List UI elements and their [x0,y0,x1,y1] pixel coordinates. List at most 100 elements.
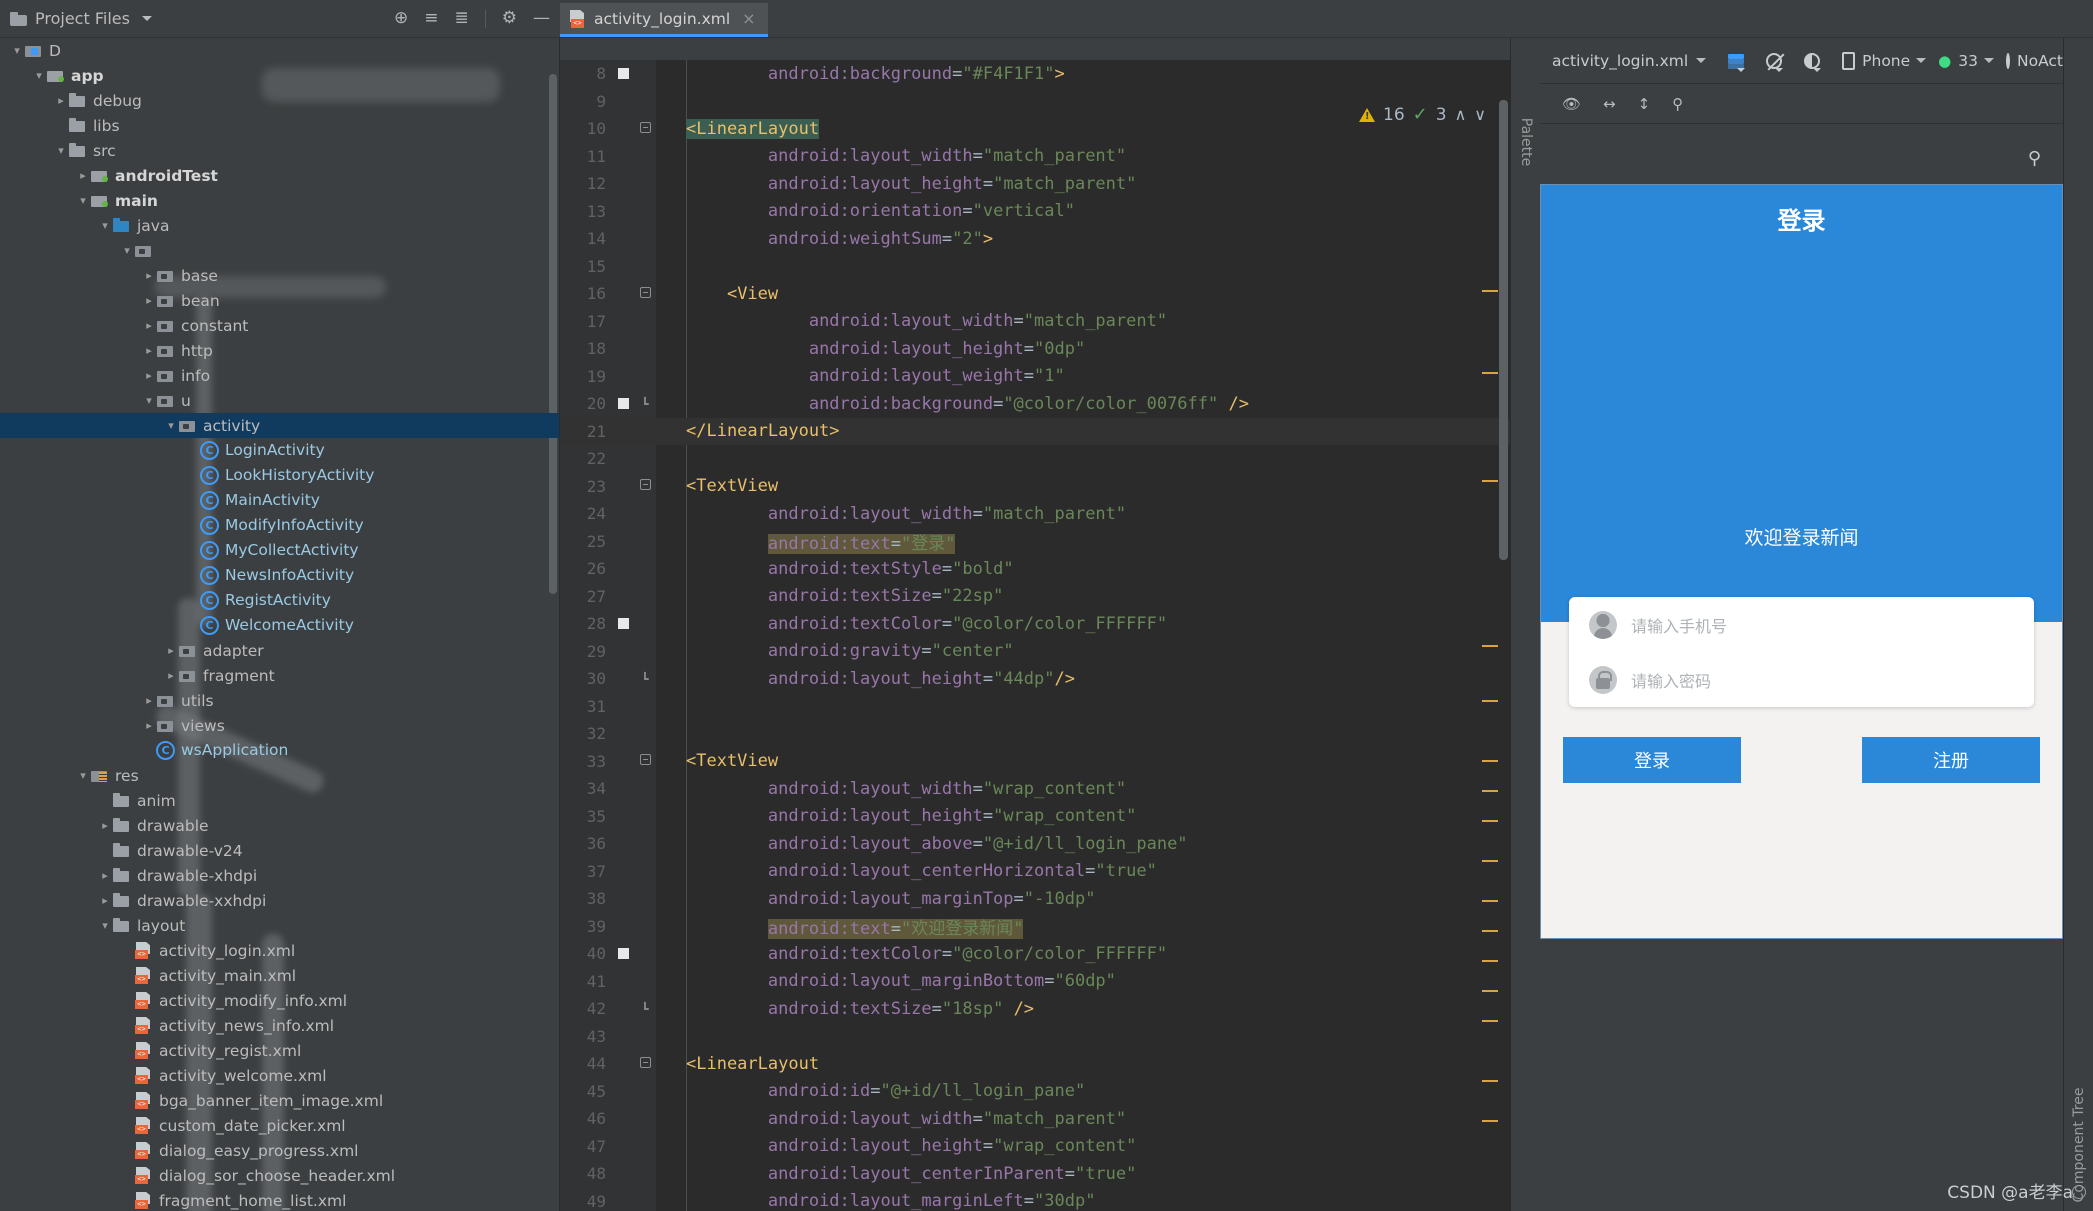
chevron-right-icon[interactable] [142,344,156,357]
code-fold-toggle[interactable]: ┗ [634,1002,656,1016]
locate-icon[interactable]: ⊕ [394,10,408,27]
code-line[interactable]: 30 ┗ android:layout_height="44dp"/> [560,665,1510,693]
code-line[interactable]: 12 android:layout_height="match_parent" [560,170,1510,198]
next-problem-icon[interactable]: ∨ [1474,105,1486,124]
inspection-marker[interactable] [1482,372,1498,374]
tree-item[interactable]: u [0,388,559,413]
minimize-icon[interactable]: — [533,10,550,27]
code-line[interactable]: 31 [560,693,1510,721]
chevron-right-icon[interactable] [98,819,112,832]
tree-item[interactable] [0,238,559,263]
magnet-icon[interactable]: ⚲ [2028,148,2041,169]
code-line[interactable]: 17 android:layout_width="match_parent" [560,308,1510,336]
inspection-marker[interactable] [1482,1120,1498,1122]
tree-item[interactable]: bga_banner_item_image.xml [0,1088,559,1113]
tree-item[interactable]: constant [0,313,559,338]
code-fold-toggle[interactable]: ┗ [634,397,656,411]
code-line[interactable]: 15 [560,253,1510,281]
chevron-down-icon[interactable] [76,194,90,207]
code-line[interactable]: 26 android:textStyle="bold" [560,555,1510,583]
api-level-label[interactable]: 33 [1958,52,1978,70]
tree-item[interactable]: C MainActivity [0,488,559,513]
tree-item[interactable]: activity_welcome.xml [0,1063,559,1088]
tree-item[interactable]: activity_news_info.xml [0,1013,559,1038]
code-fold-toggle[interactable]: ┗ [634,672,656,686]
inspection-marker[interactable] [1482,480,1498,482]
vertical-arrows-icon[interactable]: ↕ [1638,95,1651,113]
tree-item[interactable]: utils [0,688,559,713]
tree-item[interactable]: C ModifyInfoActivity [0,513,559,538]
code-line[interactable]: 34 android:layout_width="wrap_content" [560,775,1510,803]
tree-item[interactable]: views [0,713,559,738]
tree-item[interactable]: layout [0,913,559,938]
code-line[interactable]: 45 android:id="@+id/ll_login_pane" [560,1078,1510,1106]
code-line[interactable]: 25 android:text="登录" [560,528,1510,556]
code-line[interactable]: 33 <TextView [560,748,1510,776]
tree-item[interactable]: http [0,338,559,363]
login-button[interactable]: 登录 [1563,737,1741,783]
tree-item[interactable]: info [0,363,559,388]
bookmark-marker[interactable] [612,618,634,630]
inspection-marker[interactable] [1482,760,1498,762]
code-line[interactable]: 39 android:text="欢迎登录新闻" [560,913,1510,941]
chevron-right-icon[interactable] [142,294,156,307]
palette-rail-label[interactable]: Palette [1518,118,1534,167]
inspection-marker[interactable] [1482,820,1498,822]
editor-scrollbar[interactable] [1499,100,1508,560]
eye-icon[interactable]: 👁 [1562,95,1581,113]
chevron-right-icon[interactable] [142,719,156,732]
chevron-right-icon[interactable] [164,669,178,682]
phone-field-row[interactable]: 请输入手机号 [1569,597,2034,652]
preview-canvas[interactable]: ⚲ 登录 欢迎登录新闻 请输入手机号 请输入密码 登录 注册 [1540,124,2063,1211]
tree-item[interactable]: fragment_home_list.xml [0,1188,559,1211]
chevron-down-icon[interactable] [164,419,178,432]
code-fold-toggle[interactable] [634,754,656,768]
tree-item[interactable]: bean [0,288,559,313]
api-chevron-icon[interactable] [1984,58,1994,63]
code-line[interactable]: 16 <View [560,280,1510,308]
tree-item[interactable]: res [0,763,559,788]
tree-item[interactable]: CwsApplication [0,738,559,763]
chevron-down-icon[interactable] [54,144,68,157]
chevron-right-icon[interactable] [142,694,156,707]
tree-item[interactable]: base [0,263,559,288]
chevron-down-icon[interactable] [10,44,24,57]
chevron-down-icon[interactable] [120,244,134,257]
inspection-marker[interactable] [1482,645,1498,647]
editor-tab-activity-login-xml[interactable]: activity_login.xml × [560,3,768,37]
code-line[interactable]: 21 </LinearLayout> [560,417,1510,445]
bookmark-marker[interactable] [612,948,634,960]
tree-item[interactable]: anim [0,788,559,813]
code-line[interactable]: 23 <TextView [560,473,1510,501]
bookmark-marker[interactable] [612,398,634,410]
tree-item[interactable]: debug [0,88,559,113]
inspection-marker[interactable] [1482,290,1498,292]
code-line[interactable]: 28 android:textColor="@color/color_FFFFF… [560,610,1510,638]
code-line[interactable]: 40 android:textColor="@color/color_FFFFF… [560,940,1510,968]
tree-item[interactable]: C WelcomeActivity [0,613,559,638]
tree-item[interactable]: custom_date_picker.xml [0,1113,559,1138]
tree-item[interactable]: C LookHistoryActivity [0,463,559,488]
code-line[interactable]: 42 ┗ android:textSize="18sp" /> [560,995,1510,1023]
tree-item-selected[interactable]: activity [0,413,559,438]
code-editor[interactable]: 8 android:background="#F4F1F1"> 9 10 <Linea… [560,38,1510,1211]
code-line[interactable]: 29 android:gravity="center" [560,638,1510,666]
code-line[interactable]: 24 android:layout_width="match_parent" [560,500,1510,528]
settings-gear-icon[interactable]: ⚙ [502,10,517,27]
code-line[interactable]: 11 android:layout_width="match_parent" [560,143,1510,171]
tree-item[interactable]: C NewsInfoActivity [0,563,559,588]
code-line[interactable]: 49 android:layout_marginLeft="30dp" [560,1188,1510,1211]
code-line[interactable]: 36 android:layout_above="@+id/ll_login_p… [560,830,1510,858]
theme-icon[interactable] [2006,52,2010,69]
tree-item[interactable]: dialog_easy_progress.xml [0,1138,559,1163]
tree-item[interactable]: activity_modify_info.xml [0,988,559,1013]
chevron-right-icon[interactable] [164,644,178,657]
night-mode-icon[interactable] [1804,50,1822,72]
password-field-row[interactable]: 请输入密码 [1569,652,2034,707]
code-fold-toggle[interactable] [634,121,656,136]
tree-item[interactable]: C MyCollectActivity [0,538,559,563]
component-tree-rail[interactable]: Component Tree [2063,38,2093,1211]
preview-file-chevron-icon[interactable] [1696,58,1707,63]
code-line[interactable]: 43 [560,1023,1510,1051]
tree-item[interactable]: D [0,38,559,63]
